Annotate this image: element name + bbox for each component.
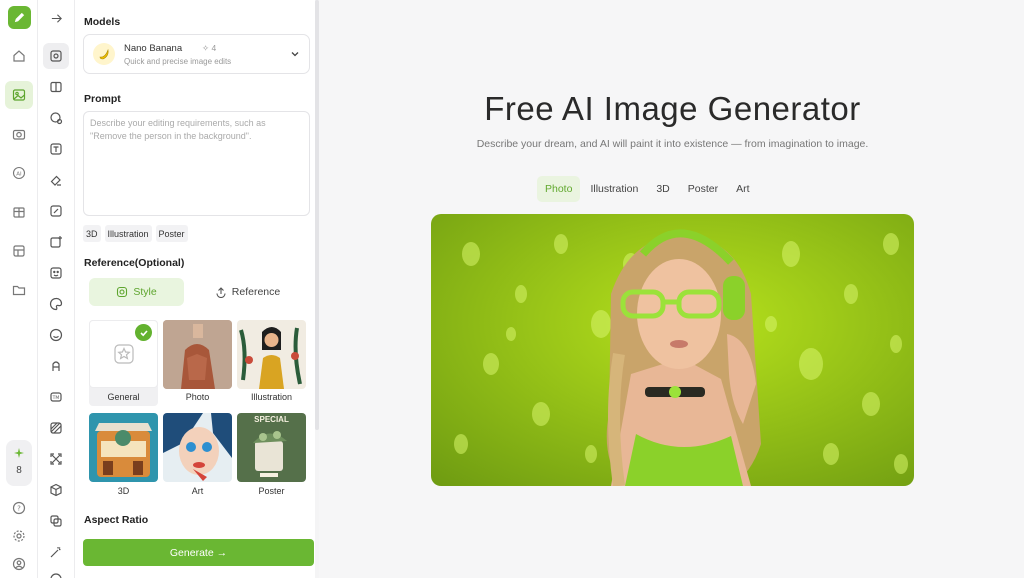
texture-tool-icon[interactable] — [43, 415, 69, 441]
main-area: Free AI Image Generator Describe your dr… — [321, 0, 1024, 578]
folder-icon[interactable] — [5, 276, 33, 304]
chip-illustration[interactable]: Illustration — [104, 225, 152, 242]
model-selector[interactable]: Nano Banana ✧ 4 Quick and precise image … — [83, 34, 310, 74]
page-subtitle: Describe your dream, and AI will paint i… — [476, 138, 869, 150]
tab-style-label: Style — [133, 286, 157, 298]
compare-tool-icon[interactable] — [43, 74, 69, 100]
help-icon[interactable]: ? — [5, 494, 33, 522]
model-credit-cost: ✧ 4 — [202, 43, 217, 53]
prompt-heading: Prompt — [84, 93, 121, 105]
svg-text:?: ? — [17, 504, 21, 512]
layout-icon[interactable] — [5, 237, 33, 265]
style-label-poster: Poster — [258, 486, 285, 496]
svg-text:TM: TM — [52, 395, 60, 401]
reference-heading: Reference(Optional) — [84, 257, 185, 269]
image-edit-tool-icon[interactable] — [43, 43, 69, 69]
svg-text:AI: AI — [16, 171, 22, 177]
panel-scrollbar-thumb[interactable] — [315, 0, 319, 430]
tab-3d[interactable]: 3D — [648, 176, 677, 202]
generate-label: Generate → — [169, 546, 228, 559]
model-description: Quick and precise image edits — [124, 57, 232, 66]
banana-icon — [93, 43, 115, 65]
style-thumb-3d[interactable] — [89, 413, 158, 482]
prompt-input[interactable] — [83, 111, 310, 216]
hero-image — [431, 214, 914, 486]
poster-thumb-text: SPECIAL — [254, 415, 289, 424]
aspect-ratio-heading: Aspect Ratio — [84, 514, 149, 526]
settings-icon[interactable] — [5, 522, 33, 550]
models-heading: Models — [84, 16, 121, 28]
gift-icon[interactable] — [5, 198, 33, 226]
chip-poster[interactable]: Poster — [155, 225, 188, 242]
brush-tool-icon[interactable] — [43, 198, 69, 224]
selected-check-icon — [135, 324, 152, 341]
style-thumb-photo[interactable] — [163, 320, 232, 389]
tab-reference[interactable]: Reference — [200, 278, 295, 306]
more-tool-icon[interactable] — [43, 566, 69, 578]
style-label-photo: Photo — [185, 392, 210, 402]
image-plus-tool-icon[interactable] — [43, 229, 69, 255]
tool-column: TM — [38, 0, 75, 578]
globe-tool-icon[interactable] — [43, 105, 69, 131]
figure-tool-icon[interactable] — [43, 353, 69, 379]
eraser-tool-icon[interactable] — [43, 167, 69, 193]
user-icon[interactable] — [5, 550, 33, 578]
generate-button[interactable]: Generate → — [83, 539, 314, 566]
trademark-tool-icon[interactable]: TM — [43, 384, 69, 410]
expand-arrow-icon[interactable] — [43, 5, 69, 31]
layers-tool-icon[interactable] — [43, 508, 69, 534]
panel-scrollbar[interactable] — [315, 0, 319, 578]
style-label-art: Art — [191, 486, 204, 496]
style-label-general: General — [107, 392, 140, 402]
home-icon[interactable] — [5, 42, 33, 70]
style-thumb-illustration[interactable] — [237, 320, 306, 389]
app-logo[interactable] — [8, 6, 31, 29]
sparkle-icon — [14, 448, 24, 458]
options-panel: Models Nano Banana ✧ 4 Quick and precise… — [75, 0, 319, 578]
tab-art[interactable]: Art — [728, 176, 757, 202]
tab-reference-label: Reference — [231, 286, 281, 298]
credits-badge[interactable]: 8 — [6, 440, 32, 486]
upscale-tool-icon[interactable] — [43, 446, 69, 472]
category-tabs: Photo Illustration 3D Poster Art — [537, 176, 758, 202]
style-label-illustration: Illustration — [250, 392, 293, 402]
ai-chip-icon[interactable]: AI — [5, 159, 33, 187]
palette-tool-icon[interactable] — [43, 291, 69, 317]
image-generator-icon[interactable] — [5, 81, 33, 109]
tab-poster[interactable]: Poster — [680, 176, 726, 202]
wand-tool-icon[interactable] — [43, 539, 69, 565]
pencil-icon — [14, 12, 25, 23]
style-label-3d: 3D — [117, 486, 130, 496]
tab-style[interactable]: Style — [89, 278, 184, 306]
face-tool-icon[interactable] — [43, 260, 69, 286]
prompt-chips: 3D Illustration Poster — [83, 225, 188, 242]
style-icon — [117, 286, 128, 298]
credits-count: 8 — [16, 465, 22, 476]
tab-photo[interactable]: Photo — [537, 176, 581, 202]
style-card-general[interactable]: General — [89, 320, 158, 406]
camera-icon[interactable] — [5, 120, 33, 148]
style-thumb-art[interactable] — [163, 413, 232, 482]
smile-tool-icon[interactable] — [43, 322, 69, 348]
cube-tool-icon[interactable] — [43, 477, 69, 503]
page-title: Free AI Image Generator — [484, 90, 861, 127]
text-tool-icon[interactable] — [43, 136, 69, 162]
model-name: Nano Banana — [124, 43, 183, 54]
chip-3d[interactable]: 3D — [83, 225, 101, 242]
chevron-down-icon — [291, 52, 299, 57]
style-thumb-poster[interactable]: SPECIAL — [237, 413, 306, 482]
app-rail: AI 8 ? — [0, 0, 38, 578]
tab-illustration[interactable]: Illustration — [582, 176, 646, 202]
model-credit-value: 4 — [211, 43, 217, 53]
star-icon — [113, 344, 134, 364]
upload-icon — [216, 287, 226, 298]
